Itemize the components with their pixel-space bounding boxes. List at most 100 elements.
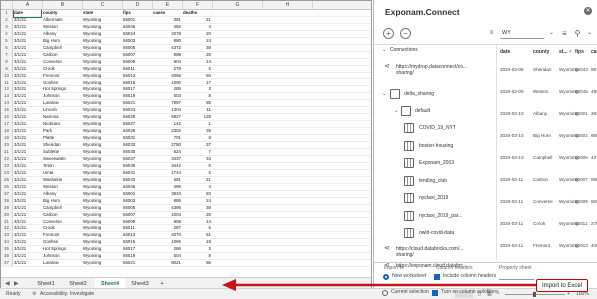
cell[interactable]: Hot Springs: [43, 246, 81, 253]
preview-column-header[interactable]: county: [533, 45, 549, 60]
cell[interactable]: Wyoming: [83, 114, 121, 121]
cell[interactable]: 17: [183, 80, 211, 87]
row-number[interactable]: 23: [1, 162, 13, 169]
cell[interactable]: 3/1/21: [14, 52, 41, 59]
cell[interactable]: Hot Springs: [43, 86, 81, 93]
cell[interactable]: 11: [183, 107, 211, 114]
expand-chevron-icon[interactable]: ⌄: [382, 91, 387, 97]
cell[interactable]: Johnson: [43, 253, 81, 260]
cell[interactable]: Wyoming: [83, 86, 121, 93]
cell[interactable]: 56029: [123, 128, 151, 135]
expand-chevron-icon[interactable]: ⌄: [394, 108, 399, 114]
cell[interactable]: 3/1/21: [14, 45, 41, 52]
select-all-corner[interactable]: [1, 1, 13, 10]
include-headers-checkbox[interactable]: [434, 274, 440, 280]
cell[interactable]: 3/1/21: [14, 107, 41, 114]
cell[interactable]: 35: [183, 128, 211, 135]
row-number[interactable]: 19: [1, 135, 13, 142]
cell[interactable]: 20: [183, 31, 211, 38]
cell[interactable]: 56024: [123, 31, 151, 38]
current-selection-radio[interactable]: [382, 290, 388, 296]
cell[interactable]: 56037: [123, 156, 151, 163]
row-number[interactable]: 32: [1, 225, 13, 232]
cell[interactable]: Wyoming: [83, 100, 121, 107]
cell[interactable]: 3/1/21: [14, 93, 41, 100]
cell[interactable]: 56003: [123, 38, 151, 45]
cell[interactable]: Wyoming: [83, 246, 121, 253]
cell[interactable]: 681: [153, 177, 181, 184]
cell[interactable]: 56007: [123, 212, 151, 219]
cell[interactable]: 3/1/21: [14, 86, 41, 93]
cell[interactable]: 24: [183, 38, 211, 45]
cell[interactable]: 21: [183, 17, 211, 24]
cell[interactable]: 85: [183, 100, 211, 107]
tree-item[interactable]: default: [415, 108, 430, 114]
column-menu-icon[interactable]: ≡: [559, 28, 570, 39]
preview-column-header[interactable]: fips: [575, 45, 584, 60]
row-number[interactable]: 26: [1, 183, 13, 190]
cell[interactable]: 3/1/21: [14, 219, 41, 226]
cell[interactable]: 6: [183, 163, 211, 170]
autofilter-checkbox[interactable]: [432, 290, 438, 296]
row-number[interactable]: 1: [1, 10, 13, 16]
row-number[interactable]: 31: [1, 218, 13, 225]
cell[interactable]: 287: [153, 225, 181, 232]
cell[interactable]: Carbon: [43, 52, 81, 59]
filter-icon[interactable]: ⚲: [572, 28, 583, 39]
cell[interactable]: 3/1/21: [14, 149, 41, 156]
cell[interactable]: 804: [153, 59, 181, 66]
cell[interactable]: 56005: [123, 45, 151, 52]
cell[interactable]: 56011: [123, 66, 151, 73]
cell[interactable]: 142: [153, 121, 181, 128]
cell[interactable]: 56045: [123, 24, 151, 31]
cell-grid[interactable]: 1 date county state fips cases deaths 2 3/1/21 Al…: [1, 10, 371, 276]
cell[interactable]: 3/1/21: [14, 142, 41, 149]
cell[interactable]: 38: [183, 205, 211, 212]
cell[interactable]: Big Horn: [43, 38, 81, 45]
cell[interactable]: 286: [153, 246, 181, 253]
cell[interactable]: 3/1/21: [14, 80, 41, 87]
cell[interactable]: 4: [183, 24, 211, 31]
cell[interactable]: Wyoming: [83, 225, 121, 232]
cell[interactable]: 56001: [123, 17, 151, 24]
row-number[interactable]: 8: [1, 58, 13, 65]
cell[interactable]: Uinta: [43, 170, 81, 177]
cell[interactable]: Wyoming: [83, 121, 121, 128]
cell[interactable]: 381: [153, 17, 181, 24]
cell[interactable]: 6: [183, 225, 211, 232]
column-header-d[interactable]: D: [123, 1, 153, 10]
row-number[interactable]: 34: [1, 239, 13, 246]
cell[interactable]: Wyoming: [83, 177, 121, 184]
cell[interactable]: 56015: [123, 239, 151, 246]
cell[interactable]: 6: [183, 66, 211, 73]
cell[interactable]: Wyoming: [83, 66, 121, 73]
zoom-slider-thumb[interactable]: [533, 292, 536, 297]
cell[interactable]: Fremont: [43, 232, 81, 239]
cell[interactable]: Wyoming: [83, 107, 121, 114]
cell[interactable]: 3/1/21: [14, 156, 41, 163]
cell[interactable]: 8: [183, 93, 211, 100]
remove-connection-icon[interactable]: −: [400, 28, 411, 39]
cell[interactable]: 18: [183, 239, 211, 246]
cell[interactable]: 56013: [123, 73, 151, 80]
row-number[interactable]: 35: [1, 246, 13, 253]
cell[interactable]: Wyoming: [83, 232, 121, 239]
cell[interactable]: Crook: [43, 66, 81, 73]
close-icon[interactable]: ✕: [584, 7, 592, 15]
cell[interactable]: 1: [183, 121, 211, 128]
cell[interactable]: 3834: [153, 191, 181, 198]
cell[interactable]: 886: [153, 198, 181, 205]
dropdown-chevron-icon[interactable]: ⌄: [546, 28, 557, 39]
cell[interactable]: Converse: [43, 59, 81, 66]
cell[interactable]: Crook: [43, 225, 81, 232]
row-number[interactable]: 16: [1, 114, 13, 121]
cell[interactable]: 1004: [153, 212, 181, 219]
cell[interactable]: 37: [183, 142, 211, 149]
cell[interactable]: 56027: [123, 121, 151, 128]
cell[interactable]: Wyoming: [83, 38, 121, 45]
tree-item-table[interactable]: owid-covid-data: [419, 230, 454, 236]
cell[interactable]: Wyoming: [83, 170, 121, 177]
cell[interactable]: 56025: [123, 114, 151, 121]
row-number[interactable]: 29: [1, 204, 13, 211]
cell[interactable]: 504: [153, 253, 181, 260]
